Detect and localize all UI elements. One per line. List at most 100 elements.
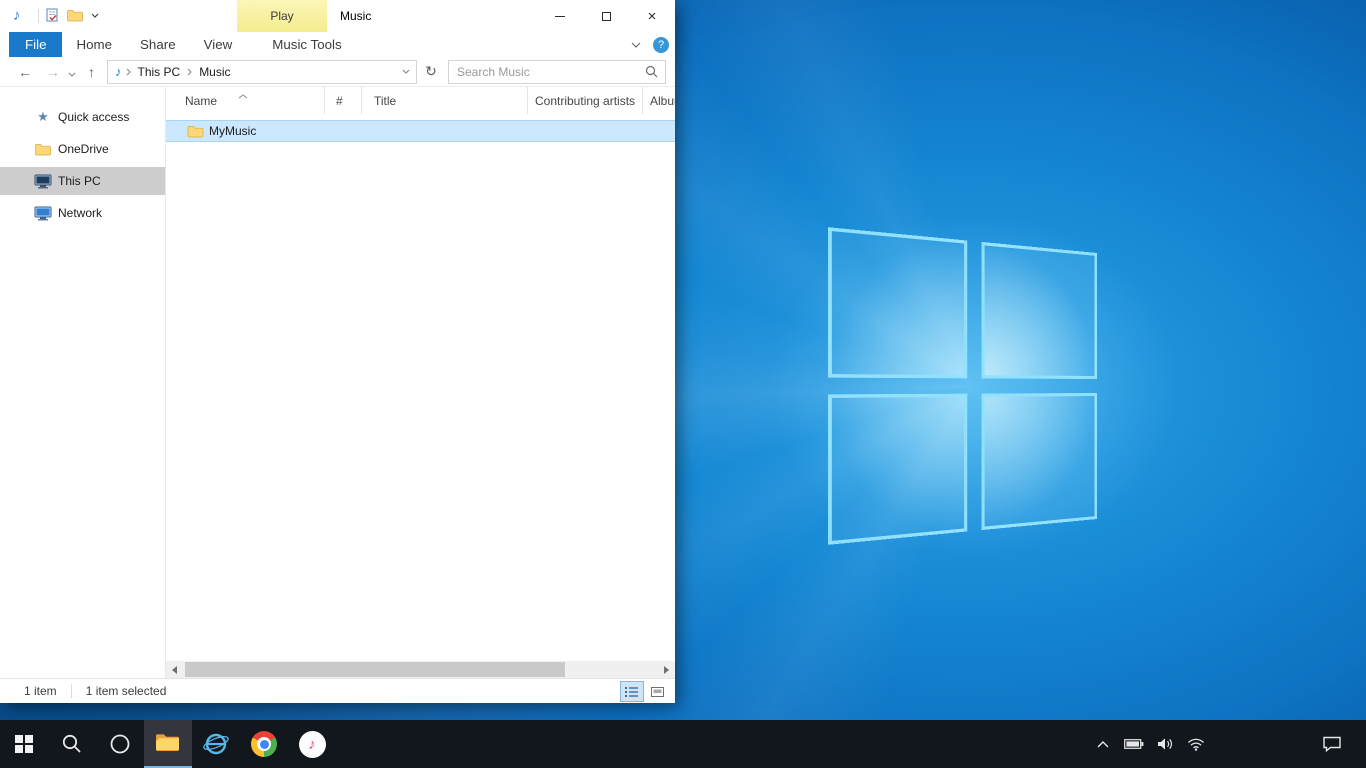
new-folder-icon — [67, 9, 83, 22]
qat-properties-button[interactable] — [46, 8, 59, 22]
address-dropdown-button[interactable] — [396, 61, 416, 83]
details-view-icon — [625, 687, 639, 697]
minimize-icon — [555, 16, 565, 17]
taskbar-chrome-button[interactable] — [240, 720, 288, 768]
cortana-button[interactable] — [96, 720, 144, 768]
taskbar-file-explorer-button[interactable] — [144, 720, 192, 768]
volume-tray-button[interactable] — [1153, 720, 1177, 768]
taskbar-internet-explorer-button[interactable] — [192, 720, 240, 768]
recent-locations-button[interactable] — [68, 64, 76, 80]
network-icon — [34, 206, 52, 221]
start-button[interactable] — [0, 720, 48, 768]
system-tray — [1091, 720, 1208, 768]
file-explorer-icon — [155, 733, 181, 754]
quick-access-star-icon: ★ — [34, 109, 52, 125]
chevron-down-icon — [68, 72, 76, 77]
tab-share[interactable]: Share — [126, 32, 190, 57]
selection-count: 1 item selected — [86, 684, 167, 698]
taskbar: ♪ — [0, 720, 1366, 768]
search-icon — [61, 733, 83, 755]
large-icons-view-button[interactable] — [645, 681, 669, 702]
sidebar-item-label: Quick access — [58, 110, 129, 124]
scroll-left-button[interactable] — [166, 661, 183, 678]
battery-icon — [1124, 738, 1144, 750]
close-icon: × — [648, 8, 657, 25]
scroll-right-button[interactable] — [658, 661, 675, 678]
file-row-mymusic[interactable]: MyMusic — [166, 120, 675, 142]
sidebar-item-label: OneDrive — [58, 142, 109, 156]
breadcrumb-this-pc[interactable]: This PC — [131, 61, 188, 83]
minimize-button[interactable] — [537, 0, 583, 32]
action-center-button[interactable] — [1312, 720, 1352, 768]
status-divider — [71, 684, 72, 698]
tab-music-tools[interactable]: Music Tools — [258, 32, 355, 57]
windows-start-icon — [15, 735, 33, 753]
folder-icon — [187, 125, 204, 138]
wifi-icon — [1187, 738, 1205, 751]
taskbar-search-button[interactable] — [48, 720, 96, 768]
cortana-icon — [109, 733, 131, 755]
speaker-icon — [1157, 737, 1173, 751]
column-header-number[interactable]: # — [325, 87, 362, 114]
maximize-button[interactable] — [583, 0, 629, 32]
column-header-contributing-artists[interactable]: Contributing artists — [528, 87, 643, 114]
chevron-down-icon — [91, 13, 99, 18]
search-input[interactable] — [449, 65, 645, 79]
internet-explorer-icon — [202, 730, 230, 758]
scrollbar-thumb[interactable] — [185, 662, 565, 677]
sidebar-item-network[interactable]: Network — [0, 199, 165, 227]
sort-ascending-icon — [238, 88, 248, 102]
qat-new-folder-button[interactable] — [67, 9, 83, 22]
file-name-label: MyMusic — [209, 124, 256, 138]
taskbar-itunes-button[interactable]: ♪ — [288, 720, 336, 768]
refresh-button[interactable]: ↻ — [420, 60, 442, 84]
breadcrumb-music[interactable]: Music — [192, 61, 237, 83]
properties-icon — [46, 8, 59, 22]
items-count: 1 item — [24, 684, 57, 698]
chrome-icon — [251, 731, 277, 757]
chevron-down-icon — [631, 42, 641, 48]
quick-access-toolbar — [46, 8, 99, 22]
address-toolbar: ← → ↑ ♪ This PC Music ↻ — [0, 57, 675, 87]
address-bar[interactable]: ♪ This PC Music — [107, 60, 417, 84]
main-area: ★ Quick access OneDrive — [0, 87, 675, 678]
scroll-right-icon — [664, 666, 669, 674]
network-tray-button[interactable] — [1184, 720, 1208, 768]
qat-separator — [38, 9, 39, 23]
sidebar-item-label: Network — [58, 206, 102, 220]
title-bar[interactable]: ♪ Play — [0, 0, 675, 32]
caption-buttons: × — [537, 0, 675, 32]
music-app-icon: ♪ — [13, 7, 21, 24]
column-headers: Name # Title Contributing artists Album — [166, 87, 675, 114]
sidebar-item-onedrive[interactable]: OneDrive — [0, 135, 165, 163]
forward-button[interactable]: → — [46, 64, 60, 80]
column-header-title[interactable]: Title — [362, 87, 528, 114]
column-header-album[interactable]: Album — [643, 87, 675, 114]
chevron-down-icon — [402, 69, 410, 74]
qat-customize-button[interactable] — [91, 13, 99, 18]
scroll-left-icon — [172, 666, 177, 674]
expand-ribbon-button[interactable] — [631, 42, 641, 48]
location-music-icon: ♪ — [115, 64, 122, 79]
help-icon: ? — [658, 39, 664, 51]
help-button[interactable]: ? — [653, 37, 669, 53]
battery-tray-button[interactable] — [1122, 720, 1146, 768]
tab-view[interactable]: View — [190, 32, 247, 57]
show-hidden-icons-button[interactable] — [1091, 720, 1115, 768]
status-bar: 1 item 1 item selected — [0, 678, 675, 703]
up-button[interactable]: ↑ — [88, 64, 95, 80]
tab-file[interactable]: File — [9, 32, 62, 57]
details-view-button[interactable] — [620, 681, 644, 702]
onedrive-folder-icon — [34, 143, 52, 156]
file-list-area: Name # Title Contributing artists Album … — [166, 87, 675, 678]
tab-home[interactable]: Home — [62, 32, 126, 57]
file-explorer-window: ♪ Play — [0, 0, 675, 703]
view-toggle-buttons — [620, 681, 669, 702]
back-button[interactable]: ← — [18, 64, 32, 80]
horizontal-scrollbar[interactable] — [166, 661, 675, 678]
contextual-tab-group-chip[interactable]: Play — [237, 0, 327, 32]
search-icon — [645, 65, 658, 78]
close-button[interactable]: × — [629, 0, 675, 32]
sidebar-item-quick-access[interactable]: ★ Quick access — [0, 103, 165, 131]
sidebar-item-this-pc[interactable]: This PC — [0, 167, 165, 195]
